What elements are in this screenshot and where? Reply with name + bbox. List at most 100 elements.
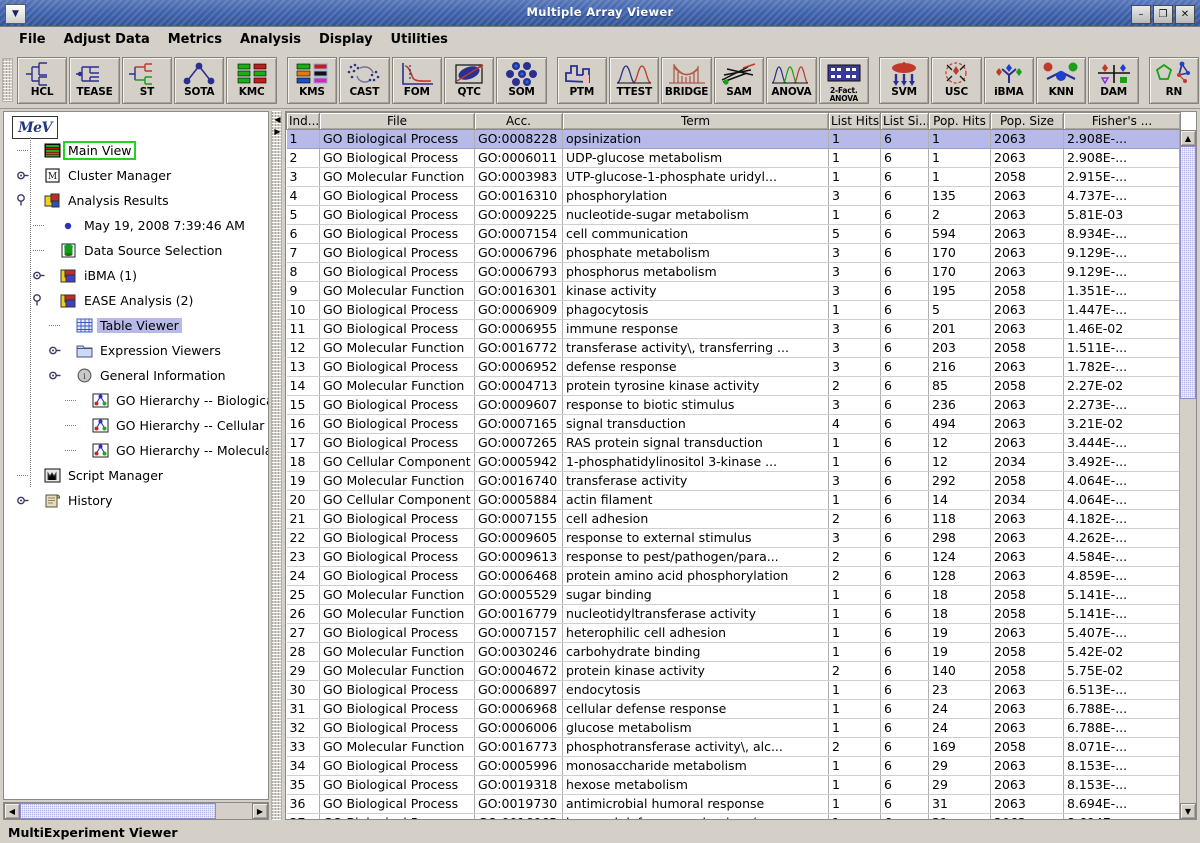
- table-row[interactable]: 34 GO Biological Process GO:0005996 monosac…: [286, 756, 1181, 776]
- table-row[interactable]: 28 GO Molecular Function GO:0030246 carbohy…: [286, 642, 1181, 662]
- scroll-down-button[interactable]: ▼: [1180, 803, 1196, 819]
- tree-expand-toggle[interactable]: [32, 269, 45, 282]
- tree-horizontal-scrollbar[interactable]: ◀ ▶: [3, 802, 269, 820]
- table-row[interactable]: 36 GO Biological Process GO:0019730 antimic…: [286, 794, 1181, 814]
- hscroll-track[interactable]: [20, 803, 252, 819]
- scroll-up-button[interactable]: ▲: [1180, 130, 1196, 146]
- menu-file[interactable]: File: [10, 30, 55, 49]
- toolbar-button-svm[interactable]: SVM: [878, 56, 930, 104]
- table-row[interactable]: 32 GO Biological Process GO:0006006 glucose…: [286, 718, 1181, 738]
- toolbar-button-fom[interactable]: FOM: [391, 56, 442, 104]
- table-row[interactable]: 18 GO Cellular Component GO:0005942 1-phosp…: [286, 452, 1181, 472]
- table-row[interactable]: 31 GO Biological Process GO:0006968 cellula…: [286, 699, 1181, 719]
- tree-expand-toggle[interactable]: [48, 369, 61, 382]
- scroll-right-button[interactable]: ▶: [252, 803, 268, 819]
- tree-node-expression-viewers[interactable]: Expression Viewers: [76, 341, 224, 360]
- splitter-collapse-left-icon[interactable]: ◀: [273, 115, 282, 124]
- table-row[interactable]: 9 GO Molecular Function GO:0016301 kinase a…: [286, 281, 1181, 301]
- tree-node-ibma-1[interactable]: iBMA (1): [60, 266, 140, 285]
- table-row[interactable]: 22 GO Biological Process GO:0009605 respons…: [286, 528, 1181, 548]
- table-row[interactable]: 25 GO Molecular Function GO:0005529 sugar b…: [286, 585, 1181, 605]
- tree-collapse-toggle[interactable]: [16, 194, 29, 207]
- toolbar-button-sota[interactable]: SOTA: [174, 56, 225, 104]
- menu-utilities[interactable]: Utilities: [382, 30, 457, 49]
- table-row[interactable]: 4 GO Biological Process GO:0016310 phosphor…: [286, 186, 1181, 206]
- table-row[interactable]: 20 GO Cellular Component GO:0005884 actin f…: [286, 490, 1181, 510]
- toolbar-button-kms[interactable]: KMS: [286, 56, 338, 104]
- toolbar-button-anova[interactable]: ANOVA: [766, 56, 817, 104]
- tree-node-go-hierarchy-biologica[interactable]: GO Hierarchy -- Biologica: [92, 391, 268, 410]
- tree-node-script-manager[interactable]: Script Manager: [44, 466, 166, 485]
- table-header-row[interactable]: Ind... File Acc. Term List Hits List Si... Pop…: [286, 112, 1181, 130]
- menu-adjust-data[interactable]: Adjust Data: [55, 30, 159, 49]
- menu-metrics[interactable]: Metrics: [159, 30, 231, 49]
- tree-node-main-view[interactable]: Main View: [44, 141, 137, 160]
- column-header-term[interactable]: Term: [562, 112, 829, 130]
- column-header-acc[interactable]: Acc.: [474, 112, 563, 130]
- toolbar-button-st[interactable]: ST: [121, 56, 173, 104]
- tree-node-go-hierarchy-cellular-c[interactable]: GO Hierarchy -- Cellular C: [92, 416, 268, 435]
- vscroll-thumb[interactable]: [1180, 146, 1196, 399]
- table-row[interactable]: 3 GO Molecular Function GO:0003983 UTP-gluc…: [286, 167, 1181, 187]
- toolbar-button-ptm[interactable]: PTM: [556, 56, 607, 104]
- toolbar-button-sam[interactable]: SAM: [713, 56, 765, 104]
- table-row[interactable]: 13 GO Biological Process GO:0006952 defense…: [286, 357, 1181, 377]
- table-row[interactable]: 10 GO Biological Process GO:0006909 phagocy…: [286, 300, 1181, 320]
- table-row[interactable]: 16 GO Biological Process GO:0007165 signal …: [286, 414, 1181, 434]
- table-row[interactable]: 21 GO Biological Process GO:0007155 cell ad…: [286, 509, 1181, 529]
- scroll-left-button[interactable]: ◀: [4, 803, 20, 819]
- panel-splitter[interactable]: ◀ ▶: [271, 111, 282, 820]
- table-row[interactable]: 8 GO Biological Process GO:0006793 phosphor…: [286, 262, 1181, 282]
- table-row[interactable]: 1 GO Biological Process GO:0008228 opsiniza…: [286, 129, 1181, 149]
- toolbar-button-rn[interactable]: RN: [1148, 56, 1200, 104]
- table-row[interactable]: 30 GO Biological Process GO:0006897 endocyt…: [286, 680, 1181, 700]
- toolbar-button-hcl[interactable]: HCL: [16, 56, 68, 104]
- column-header-list-hits[interactable]: List Hits: [828, 112, 881, 130]
- tree-node-cluster-manager[interactable]: M Cluster Manager: [44, 166, 174, 185]
- table-vertical-scrollbar[interactable]: ▲ ▼: [1179, 130, 1196, 819]
- table-row[interactable]: 27 GO Biological Process GO:0007157 heterop…: [286, 623, 1181, 643]
- column-header-ind[interactable]: Ind...: [286, 112, 320, 130]
- table-row[interactable]: 35 GO Biological Process GO:0019318 hexose …: [286, 775, 1181, 795]
- toolbar-button-tease[interactable]: TEASE: [69, 56, 120, 104]
- toolbar-button-dam[interactable]: DAM: [1088, 56, 1139, 104]
- toolbar-drag-handle[interactable]: [2, 58, 13, 102]
- table-row[interactable]: 12 GO Molecular Function GO:0016772 transfe…: [286, 338, 1181, 358]
- table-row[interactable]: 19 GO Molecular Function GO:0016740 transfe…: [286, 471, 1181, 491]
- toolbar-button-ibma[interactable]: iBMA: [983, 56, 1035, 104]
- tree-node-table-viewer[interactable]: Table Viewer: [76, 316, 182, 335]
- tree-node-history[interactable]: History: [44, 491, 115, 510]
- column-header-pop-hits[interactable]: Pop. Hits: [928, 112, 991, 130]
- table-row[interactable]: 6 GO Biological Process GO:0007154 cell com…: [286, 224, 1181, 244]
- toolbar-button-knn[interactable]: KNN: [1036, 56, 1087, 104]
- analysis-tree-panel[interactable]: MeV Main View M Cluster Manager Analysis …: [3, 111, 269, 800]
- tree-node-analysis-results[interactable]: Analysis Results: [44, 191, 172, 210]
- table-row[interactable]: 11 GO Biological Process GO:0006955 immune …: [286, 319, 1181, 339]
- table-row[interactable]: 14 GO Molecular Function GO:0004713 protein…: [286, 376, 1181, 396]
- toolbar-button-2-fact-anova[interactable]: 2-Fact. ANOVA: [818, 56, 869, 104]
- table-row[interactable]: 33 GO Molecular Function GO:0016773 phospho…: [286, 737, 1181, 757]
- table-row[interactable]: 26 GO Molecular Function GO:0016779 nucleot…: [286, 604, 1181, 624]
- ease-results-table[interactable]: Ind... File Acc. Term List Hits List Si... Pop…: [286, 112, 1181, 819]
- minimize-button[interactable]: –: [1131, 5, 1151, 24]
- toolbar-button-ttest[interactable]: TTEST: [609, 56, 660, 104]
- toolbar-button-qtc[interactable]: QTC: [443, 56, 495, 104]
- table-row[interactable]: 2 GO Biological Process GO:0006011 UDP-gluc…: [286, 148, 1181, 168]
- table-row[interactable]: 24 GO Biological Process GO:0006468 protein…: [286, 566, 1181, 586]
- menu-display[interactable]: Display: [310, 30, 382, 49]
- toolbar-button-som[interactable]: SOM: [496, 56, 547, 104]
- tree-node-ease-analysis-2[interactable]: EASE Analysis (2): [60, 291, 196, 310]
- restore-button[interactable]: ❐: [1153, 5, 1173, 24]
- column-header-fisher-s[interactable]: Fisher's ...: [1063, 112, 1181, 130]
- menu-analysis[interactable]: Analysis: [231, 30, 310, 49]
- table-row[interactable]: 17 GO Biological Process GO:0007265 RAS pro…: [286, 433, 1181, 453]
- toolbar-button-cast[interactable]: CAST: [339, 56, 390, 104]
- tree-node-data-source-selection[interactable]: Data Source Selection: [60, 241, 225, 260]
- column-header-list-si[interactable]: List Si...: [880, 112, 929, 130]
- table-row[interactable]: 5 GO Biological Process GO:0009225 nucleoti…: [286, 205, 1181, 225]
- tree-expand-toggle[interactable]: [16, 494, 29, 507]
- tree-node-go-hierarchy-molecula[interactable]: GO Hierarchy -- Molecula: [92, 441, 268, 460]
- toolbar-button-bridge[interactable]: BRIDGE: [661, 56, 712, 104]
- table-row[interactable]: 23 GO Biological Process GO:0009613 respons…: [286, 547, 1181, 567]
- table-row[interactable]: 15 GO Biological Process GO:0009607 respons…: [286, 395, 1181, 415]
